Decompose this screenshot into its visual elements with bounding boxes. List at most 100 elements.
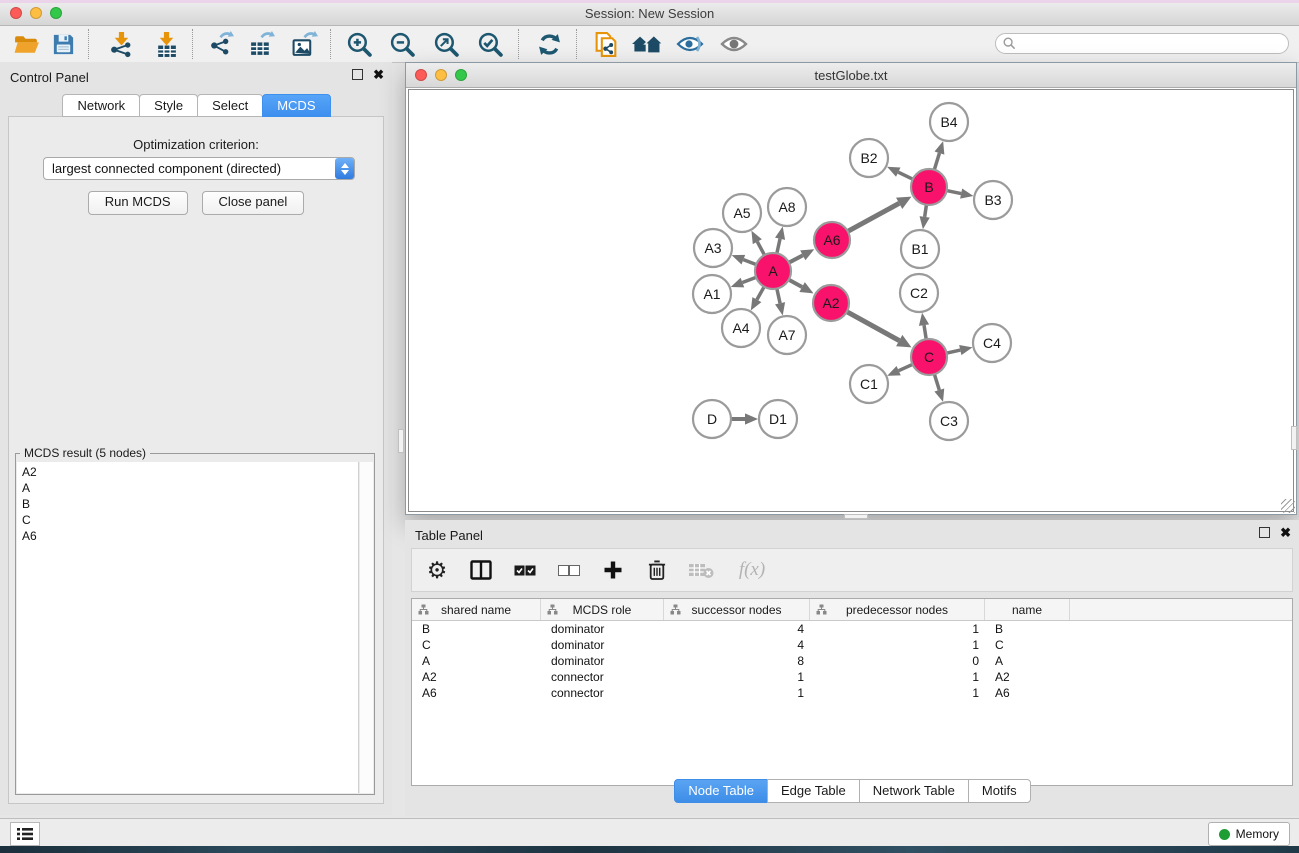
- tab-mcds[interactable]: MCDS: [262, 94, 330, 117]
- column-header-successor-nodes[interactable]: successor nodes: [664, 599, 810, 620]
- tab-node-table[interactable]: Node Table: [674, 779, 768, 803]
- deselect-all-icon[interactable]: [554, 555, 584, 585]
- close-panel-icon[interactable]: ✖: [373, 69, 384, 80]
- table-row-a[interactable]: Adominator80A: [412, 653, 1292, 669]
- graph-node-C3[interactable]: C3: [930, 402, 968, 440]
- float-panel-icon[interactable]: [1259, 527, 1270, 538]
- graph-node-D1[interactable]: D1: [759, 400, 797, 438]
- graph-node-A8[interactable]: A8: [768, 188, 806, 226]
- mcds-result-item-a[interactable]: A: [17, 480, 358, 496]
- mcds-result-item-a2[interactable]: A2: [17, 464, 358, 480]
- import-network-icon[interactable]: [103, 27, 139, 61]
- mcds-result-item-a6[interactable]: A6: [17, 528, 358, 544]
- graph-node-A3[interactable]: A3: [694, 229, 732, 267]
- function-builder-icon[interactable]: f(x): [730, 555, 774, 585]
- graph-edge-A2-C[interactable]: [845, 311, 899, 341]
- column-header-filler: [1070, 599, 1292, 620]
- select-all-icon[interactable]: [510, 555, 540, 585]
- memory-label: Memory: [1236, 827, 1279, 841]
- graph-node-C4[interactable]: C4: [973, 324, 1011, 362]
- vertical-splitter-handle[interactable]: [398, 429, 404, 453]
- clone-network-icon[interactable]: [588, 27, 624, 61]
- svg-text:A8: A8: [778, 199, 795, 215]
- export-table-icon[interactable]: [243, 27, 279, 61]
- zoom-selected-icon[interactable]: [472, 27, 508, 61]
- graph-edge-A6-B[interactable]: [846, 203, 899, 232]
- save-session-icon[interactable]: [45, 27, 81, 61]
- tab-style[interactable]: Style: [139, 94, 198, 117]
- graph-node-D[interactable]: D: [693, 400, 731, 438]
- graph-arrowhead: [959, 345, 972, 355]
- tab-network[interactable]: Network: [62, 94, 140, 117]
- graph-node-A7[interactable]: A7: [768, 316, 806, 354]
- graph-node-A[interactable]: A: [755, 253, 791, 289]
- export-network-icon[interactable]: [203, 27, 239, 61]
- mcds-result-item-b[interactable]: B: [17, 496, 358, 512]
- graph-node-B[interactable]: B: [911, 169, 947, 205]
- graph-node-C[interactable]: C: [911, 339, 947, 375]
- table-row-a6[interactable]: A6connector11A6: [412, 685, 1292, 701]
- column-header-name[interactable]: name: [985, 599, 1070, 620]
- vertical-splitter-handle[interactable]: [1291, 426, 1297, 450]
- graph-node-A2[interactable]: A2: [813, 285, 849, 321]
- tab-motifs[interactable]: Motifs: [968, 779, 1031, 803]
- close-panel-icon[interactable]: ✖: [1280, 527, 1291, 538]
- network-window-titlebar[interactable]: testGlobe.txt: [406, 63, 1296, 88]
- show-all-networks-icon[interactable]: [628, 27, 668, 61]
- graph-node-B4[interactable]: B4: [930, 103, 968, 141]
- graph-arrowhead: [775, 227, 785, 240]
- attribute-tree-icon: [816, 604, 827, 618]
- graph-node-A4[interactable]: A4: [722, 309, 760, 347]
- graph-node-A5[interactable]: A5: [723, 194, 761, 232]
- column-header-shared-name[interactable]: shared name: [412, 599, 541, 620]
- column-header-predecessor-nodes[interactable]: predecessor nodes: [810, 599, 985, 620]
- tab-edge-table[interactable]: Edge Table: [767, 779, 860, 803]
- task-history-button[interactable]: [10, 822, 40, 846]
- svg-text:C: C: [924, 349, 934, 365]
- close-panel-button[interactable]: Close panel: [202, 191, 305, 215]
- memory-button[interactable]: Memory: [1208, 822, 1290, 846]
- delete-row-icon[interactable]: [642, 555, 672, 585]
- table-row-a2[interactable]: A2connector11A2: [412, 669, 1292, 685]
- show-selected-icon[interactable]: [716, 27, 752, 61]
- add-row-icon[interactable]: [598, 555, 628, 585]
- graph-node-A6[interactable]: A6: [814, 222, 850, 258]
- table-row-b[interactable]: Bdominator41B: [412, 621, 1292, 637]
- column-header-mcds-role[interactable]: MCDS role: [541, 599, 664, 620]
- zoom-fit-icon[interactable]: [428, 27, 464, 61]
- titlebar[interactable]: Session: New Session: [0, 3, 1299, 26]
- cell: dominator: [541, 621, 664, 637]
- graph-node-B1[interactable]: B1: [901, 230, 939, 268]
- tab-network-table[interactable]: Network Table: [859, 779, 969, 803]
- graph-arrowhead: [745, 413, 758, 424]
- graph-node-C1[interactable]: C1: [850, 365, 888, 403]
- import-table-icon[interactable]: [148, 27, 184, 61]
- search-input[interactable]: [995, 33, 1289, 54]
- graph-node-C2[interactable]: C2: [900, 274, 938, 312]
- table-row-c[interactable]: Cdominator41C: [412, 637, 1292, 653]
- toolbar-separator: [576, 29, 577, 59]
- network-canvas[interactable]: B4 B2 B B3 A8 A5 A6 A3 B1 A A1 C2 A2 A4A7 C4 C C1 C3 D D1: [408, 89, 1294, 512]
- table-settings-icon[interactable]: ⚙: [422, 555, 452, 585]
- graph-node-A1[interactable]: A1: [693, 275, 731, 313]
- graph-node-B3[interactable]: B3: [974, 181, 1012, 219]
- float-panel-icon[interactable]: [352, 69, 363, 80]
- network-view-window[interactable]: testGlobe.txt B4 B2 B B3 A8 A5 A6 A3 B1 A A1 C2 A2 A4…: [405, 62, 1297, 515]
- show-columns-icon[interactable]: [466, 555, 496, 585]
- horizontal-splitter-handle[interactable]: [844, 514, 868, 519]
- refresh-icon[interactable]: [531, 27, 567, 61]
- hide-selected-icon[interactable]: [672, 27, 708, 61]
- open-session-icon[interactable]: [8, 27, 44, 61]
- window-resize-grip[interactable]: [1281, 499, 1295, 513]
- tab-select[interactable]: Select: [197, 94, 263, 117]
- zoom-in-icon[interactable]: [341, 27, 377, 61]
- zoom-out-icon[interactable]: [384, 27, 420, 61]
- mcds-result-item-c[interactable]: C: [17, 512, 358, 528]
- svg-text:D1: D1: [769, 411, 787, 427]
- graph-node-B2[interactable]: B2: [850, 139, 888, 177]
- delete-table-icon[interactable]: [686, 555, 716, 585]
- export-image-icon[interactable]: [286, 27, 322, 61]
- run-mcds-button[interactable]: Run MCDS: [88, 191, 188, 215]
- optimization-criterion-select[interactable]: largest connected component (directed): [43, 157, 355, 180]
- mcds-result-scrollbar[interactable]: [360, 462, 373, 793]
